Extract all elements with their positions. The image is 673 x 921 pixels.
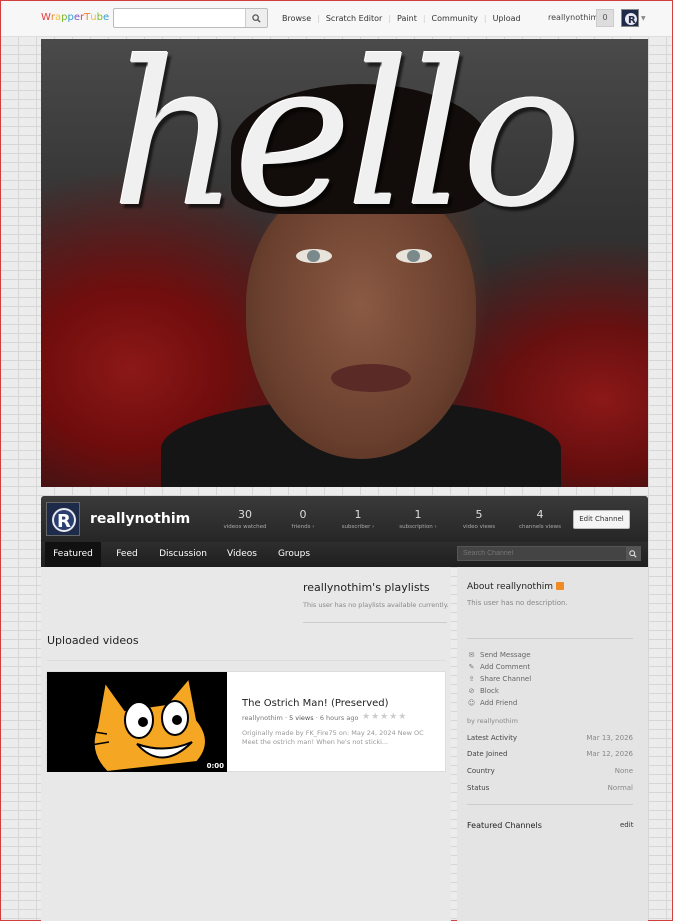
- svg-text:R: R: [628, 15, 636, 26]
- sidebar: [457, 567, 648, 921]
- username-link[interactable]: reallynothim: [548, 13, 598, 22]
- info-row: Date Joined Mar 12, 2026: [467, 750, 633, 758]
- by-user: by reallynothim: [467, 717, 518, 725]
- top-bar: WrapperTube Browse | Scratch Editor | Pain…: [1, 1, 672, 37]
- video-card[interactable]: 0:00 The Ostrich Man! (Preserved) really…: [46, 671, 446, 772]
- about-description: This user has no description.: [467, 599, 568, 607]
- tab-feed[interactable]: Feed: [107, 542, 147, 567]
- share-channel-link[interactable]: ⇪ Share Channel: [467, 675, 532, 683]
- video-age: 6 hours ago: [319, 714, 359, 722]
- lock-icon: ⊘: [468, 687, 475, 695]
- channel-header: R reallynothim 30 videos watched 0 friends…: [41, 496, 648, 542]
- logo-letter: W: [41, 12, 51, 23]
- video-author[interactable]: reallynothim: [242, 714, 283, 722]
- info-row: Latest Activity Mar 13, 2026: [467, 734, 633, 742]
- divider: [47, 660, 446, 661]
- add-friend-link[interactable]: ☺ Add Friend: [467, 699, 517, 707]
- nav-upload[interactable]: Upload: [493, 14, 521, 23]
- channel-search: [457, 546, 641, 561]
- stat-friends[interactable]: 0 friends ›: [281, 508, 325, 530]
- video-description: Originally made by FK_Fire75 on: May 24,…: [242, 729, 424, 746]
- banner-text: hello: [111, 39, 583, 252]
- svg-text:R: R: [57, 511, 71, 532]
- video-meta: reallynothim · 5 views · 6 hours ago: [242, 714, 359, 722]
- nav-divider: |: [422, 14, 426, 23]
- divider: [303, 622, 447, 623]
- playlists-note: This user has no playlists available cur…: [303, 601, 449, 609]
- tab-videos[interactable]: Videos: [220, 542, 264, 567]
- avatar[interactable]: R: [621, 9, 639, 27]
- tab-featured[interactable]: Featured: [45, 542, 101, 567]
- about-title-text: About reallynothim: [467, 582, 554, 592]
- video-title[interactable]: The Ostrich Man! (Preserved): [242, 698, 389, 709]
- stat-videos-watched: 30 videos watched: [223, 508, 267, 530]
- channel-banner: hello: [41, 39, 648, 487]
- stat-subscriptions[interactable]: 1 subscription ›: [395, 508, 441, 530]
- notification-count[interactable]: 0: [596, 9, 614, 27]
- featured-edit-link[interactable]: edit: [620, 821, 633, 829]
- info-row: Status Normal: [467, 784, 633, 792]
- stat-subscribers[interactable]: 1 subscriber ›: [336, 508, 380, 530]
- envelope-icon: ✉: [468, 651, 475, 659]
- featured-channels-title: Featured Channels: [467, 821, 542, 830]
- channel-tabs: Featured Feed Discussion Videos Groups: [41, 542, 648, 567]
- rating-stars: ★★★★★: [362, 712, 408, 722]
- video-thumbnail[interactable]: 0:00: [47, 672, 227, 772]
- info-row: Country None: [467, 767, 633, 775]
- nav-divider: |: [388, 14, 392, 23]
- stat-video-views: 5 video views: [462, 508, 496, 530]
- site-search: [113, 8, 268, 28]
- channel-name: reallynothim: [90, 511, 191, 527]
- search-button[interactable]: [245, 9, 267, 27]
- video-duration: 0:00: [206, 762, 224, 770]
- playlists-title: reallynothim's playlists: [303, 581, 430, 594]
- search-icon: [252, 13, 261, 23]
- divider: [467, 638, 633, 639]
- nav-divider: |: [483, 14, 487, 23]
- about-title: About reallynothim: [467, 582, 565, 592]
- tab-groups[interactable]: Groups: [271, 542, 317, 567]
- search-input[interactable]: [114, 9, 247, 27]
- edit-channel-button[interactable]: Edit Channel: [573, 510, 630, 529]
- rss-icon[interactable]: [556, 582, 565, 590]
- send-message-link[interactable]: ✉ Send Message: [467, 651, 531, 659]
- divider: [467, 804, 633, 805]
- channel-search-button[interactable]: [626, 547, 640, 560]
- uploaded-videos-title: Uploaded videos: [47, 634, 139, 647]
- nav-scratch-editor[interactable]: Scratch Editor: [326, 14, 383, 23]
- video-views: 5 views: [289, 714, 314, 722]
- nav-browse[interactable]: Browse: [282, 14, 311, 23]
- add-comment-link[interactable]: ✎ Add Comment: [467, 663, 531, 671]
- nav-community[interactable]: Community: [432, 14, 478, 23]
- channel-avatar: R: [46, 502, 80, 536]
- stat-channel-views: 4 channels views: [519, 508, 561, 530]
- person-icon: ☺: [467, 699, 476, 707]
- comment-icon: ✎: [468, 663, 475, 671]
- chevron-down-icon[interactable]: ▼: [641, 15, 646, 22]
- share-icon: ⇪: [468, 675, 475, 683]
- logo-letter: e: [102, 12, 110, 23]
- nav-paint[interactable]: Paint: [397, 14, 417, 23]
- site-logo[interactable]: WrapperTube: [41, 12, 109, 23]
- block-link[interactable]: ⊘ Block: [467, 687, 499, 695]
- tab-discussion[interactable]: Discussion: [153, 542, 213, 567]
- channel-search-input[interactable]: [458, 547, 626, 560]
- search-icon: [629, 549, 637, 558]
- main-nav: Browse | Scratch Editor | Paint | Community…: [282, 14, 521, 23]
- nav-divider: |: [317, 14, 320, 23]
